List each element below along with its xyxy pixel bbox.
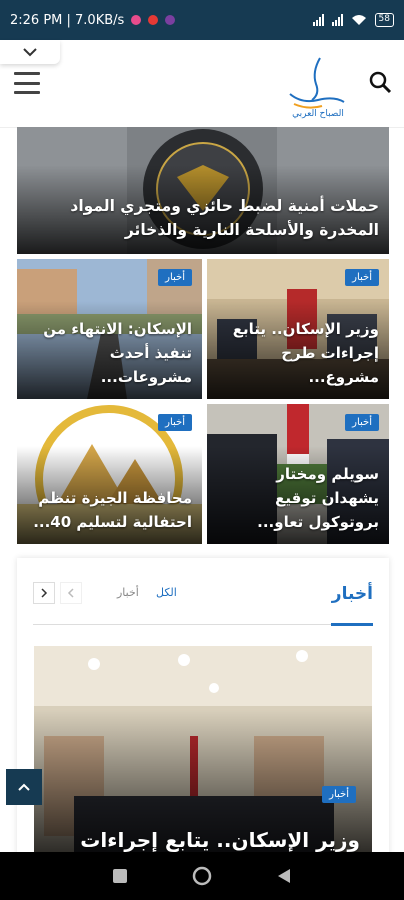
article-card[interactable]: أخبار محافظة الجيزة تنظم احتفالية لتسليم… xyxy=(17,404,202,544)
article-title: سويلم ومختار يشهدان توقيع بروتوكول تعاو.… xyxy=(257,465,379,531)
category-badge[interactable]: أخبار xyxy=(322,786,356,803)
article-card[interactable]: أخبار سويلم ومختار يشهدان توقيع بروتوكول… xyxy=(207,404,389,544)
section-title: أخبار xyxy=(331,584,373,604)
article-title: وزير الإسكان.. يتابع إجراءات طرح مشروع..… xyxy=(232,320,379,386)
signal-icon xyxy=(331,14,343,26)
category-badge[interactable]: أخبار xyxy=(345,269,379,286)
back-icon[interactable] xyxy=(276,868,292,884)
article-title: الإسكان: الانتهاء من تنفيذ أحدث مشروعات.… xyxy=(43,320,192,386)
pager-next-button[interactable] xyxy=(33,582,55,604)
system-nav-bar xyxy=(0,852,404,900)
recent-apps-icon[interactable] xyxy=(112,868,128,884)
battery-icon: 58 xyxy=(374,13,394,27)
article-card[interactable]: أخبار وزير الإسكان.. يتابع إجراءات طرح م… xyxy=(207,259,389,399)
collapse-header-button[interactable] xyxy=(0,40,60,64)
notification-icon xyxy=(148,15,159,25)
featured-article-card[interactable]: أخبار وزير الإسكان.. يتابع إجراءات xyxy=(34,646,372,858)
section-title-underline xyxy=(331,623,373,626)
site-header: الصباح العربي xyxy=(0,40,404,128)
filter-news-tab[interactable]: أخبار xyxy=(117,586,139,599)
category-badge[interactable]: أخبار xyxy=(345,414,379,431)
divider xyxy=(33,624,373,625)
article-title: محافظة الجيزة تنظم احتفالية لتسليم 40... xyxy=(33,489,192,531)
category-badge[interactable]: أخبار xyxy=(158,414,192,431)
search-icon[interactable] xyxy=(368,70,392,94)
category-badge[interactable]: أخبار xyxy=(158,269,192,286)
home-icon[interactable] xyxy=(192,866,212,886)
chevron-left-icon xyxy=(67,588,74,598)
pager-prev-button[interactable] xyxy=(60,582,82,604)
hero-article-card[interactable]: حملات أمنية لضبط حائزي ومتجري المواد الم… xyxy=(17,127,389,254)
status-bar: 2:26 PM | 7.0KB/s 58 xyxy=(0,0,404,40)
notification-icon xyxy=(131,15,142,25)
signal-icon xyxy=(312,14,324,26)
back-to-top-button[interactable] xyxy=(6,769,42,805)
menu-button[interactable] xyxy=(14,72,40,94)
chevron-up-icon xyxy=(18,783,30,791)
filter-all-tab[interactable]: الكل xyxy=(156,586,177,599)
site-logo[interactable]: الصباح العربي xyxy=(282,50,352,120)
article-card[interactable]: أخبار الإسكان: الانتهاء من تنفيذ أحدث مش… xyxy=(17,259,202,399)
chevron-down-icon xyxy=(23,47,37,56)
news-section: أخبار الكل أخبار أخبار وزير الإسكان.. يت… xyxy=(17,558,389,858)
hero-title: حملات أمنية لضبط حائزي ومتجري المواد الم… xyxy=(70,197,379,239)
featured-article-title: وزير الإسكان.. يتابع إجراءات xyxy=(80,828,360,852)
status-time: 2:26 PM | 7.0KB/s xyxy=(10,12,125,28)
chevron-right-icon xyxy=(41,588,48,598)
notification-icon xyxy=(165,15,176,25)
wifi-icon xyxy=(351,15,366,25)
logo-text: الصباح العربي xyxy=(292,109,344,119)
